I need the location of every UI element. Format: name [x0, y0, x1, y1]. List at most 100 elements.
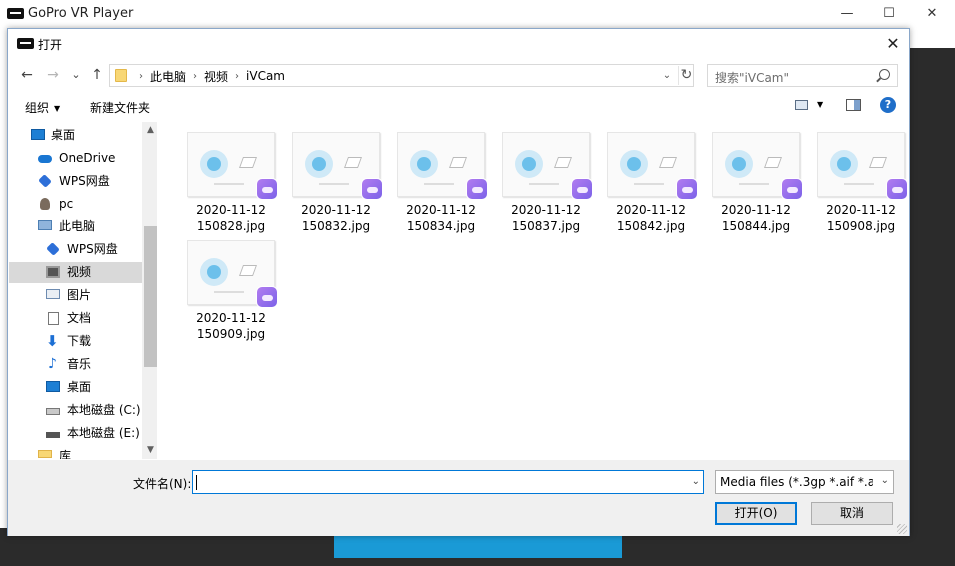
image-thumbnail [712, 132, 803, 200]
view-options-caret-icon[interactable]: ▼ [817, 100, 823, 109]
this-pc-icon [38, 220, 52, 230]
sidebar-item-wps-cloud[interactable]: WPS网盘 [9, 171, 141, 192]
app-open-button[interactable] [334, 536, 622, 558]
open-button[interactable]: 打开(O) [715, 502, 797, 525]
file-list: 2020-11-12 150828.jpg 2020-11-12 150832.jp… [159, 122, 909, 459]
file-type-select[interactable]: Media files (*.3gp *.aif *.asf * ⌄ [715, 470, 894, 494]
photos-app-badge-icon [361, 178, 383, 200]
sidebar-item-downloads[interactable]: ⬇ 下载 [9, 331, 141, 352]
preview-pane-icon[interactable] [846, 99, 861, 111]
sidebar-item-label: 桌面 [67, 380, 92, 394]
sidebar-item-desktop-2[interactable]: 桌面 [9, 377, 141, 398]
chevron-down-icon: ⌄ [880, 475, 889, 486]
dialog-close-button[interactable]: ✕ [881, 33, 905, 55]
back-arrow-icon[interactable]: ← [17, 65, 37, 85]
breadcrumb-this-pc[interactable]: 此电脑 [150, 68, 186, 85]
app-background-panel [910, 48, 955, 528]
file-item[interactable]: 2020-11-12 150834.jpg [389, 127, 488, 233]
toolbar: 组织 ▼ 新建文件夹 ▼ ? [8, 91, 909, 121]
sidebar-item-desktop[interactable]: 桌面 [9, 125, 141, 146]
image-thumbnail [502, 132, 593, 200]
breadcrumb-ivcam[interactable]: iVCam [246, 69, 285, 83]
sidebar-item-drive-e[interactable]: 本地磁盘 (E:) [9, 423, 141, 444]
drive-icon [46, 432, 60, 438]
resize-grip-icon[interactable] [897, 524, 907, 534]
navigation-pane: 桌面 OneDrive WPS网盘 pc 此电脑 WPS网盘 视频 图片 文档 … [9, 122, 157, 459]
photos-app-badge-icon [886, 178, 908, 200]
help-icon[interactable]: ? [880, 97, 896, 113]
minimize-button[interactable]: — [824, 3, 870, 25]
sidebar-item-documents[interactable]: 文档 [9, 308, 141, 329]
sidebar-item-label: 桌面 [51, 128, 76, 142]
search-input[interactable]: 搜索"iVCam" [707, 64, 898, 87]
sidebar-item-label: 本地磁盘 (E:) [67, 426, 140, 440]
pictures-folder-icon [46, 289, 60, 299]
file-name: 2020-11-12 150909.jpg [196, 311, 266, 341]
file-name: 2020-11-12 150842.jpg [616, 203, 686, 233]
breadcrumb: › 此电脑 › 视频 › iVCam [132, 68, 285, 84]
sidebar-item-this-pc[interactable]: 此电脑 [9, 216, 141, 237]
image-thumbnail [292, 132, 383, 200]
sidebar-item-wps-cloud-2[interactable]: WPS网盘 [9, 239, 141, 260]
file-name: 2020-11-12 150837.jpg [511, 203, 581, 233]
open-file-dialog: 打开 ✕ ← → ⌄ ↑ › 此电脑 › 视频 › iVCam ⌄ ↻ 搜索"i… [7, 28, 910, 536]
scrollbar-thumb[interactable] [144, 226, 157, 367]
filename-history-chevron-icon[interactable]: ⌄ [692, 476, 700, 487]
image-thumbnail [187, 132, 278, 200]
sidebar-item-label: 本地磁盘 (C:) [67, 403, 141, 417]
filename-input[interactable]: ⌄ [192, 470, 704, 494]
sidebar-item-label: 库 [59, 449, 72, 459]
file-item[interactable]: 2020-11-12 150832.jpg [284, 127, 383, 233]
refresh-icon[interactable]: ↻ [678, 66, 694, 85]
drive-icon [46, 408, 60, 415]
file-item[interactable]: 2020-11-12 150828.jpg [179, 127, 278, 233]
recent-locations-chevron-icon[interactable]: ⌄ [66, 65, 86, 85]
photos-app-badge-icon [571, 178, 593, 200]
file-item[interactable]: 2020-11-12 150842.jpg [599, 127, 698, 233]
new-folder-button[interactable]: 新建文件夹 [90, 99, 150, 116]
text-cursor [196, 475, 197, 490]
sidebar-item-user-pc[interactable]: pc [9, 194, 141, 215]
dialog-footer: 文件名(N): ⌄ Media files (*.3gp *.aif *.asf… [8, 460, 909, 536]
file-item[interactable]: 2020-11-12 150908.jpg [809, 127, 908, 233]
library-icon [38, 450, 52, 458]
sidebar-item-label: 文档 [67, 311, 92, 325]
sidebar-item-videos[interactable]: 视频 [9, 262, 142, 283]
onedrive-icon [38, 155, 52, 163]
sidebar-item-label: 此电脑 [59, 219, 96, 233]
sidebar-item-label: 图片 [67, 288, 92, 302]
dialog-app-icon [17, 38, 34, 49]
cancel-button[interactable]: 取消 [811, 502, 893, 525]
address-bar[interactable]: › 此电脑 › 视频 › iVCam ⌄ ↻ [109, 64, 694, 87]
navigation-bar: ← → ⌄ ↑ › 此电脑 › 视频 › iVCam ⌄ ↻ 搜索"iVCam" [8, 61, 909, 89]
desktop-icon [46, 381, 60, 392]
sidebar-item-music[interactable]: ♪ 音乐 [9, 354, 141, 375]
forward-arrow-icon[interactable]: → [43, 65, 63, 85]
dialog-titlebar: 打开 ✕ [8, 29, 909, 59]
file-item[interactable]: 2020-11-12 150837.jpg [494, 127, 593, 233]
file-item[interactable]: 2020-11-12 150909.jpg [179, 235, 278, 341]
sidebar-item-onedrive[interactable]: OneDrive [9, 148, 141, 169]
folder-icon [115, 69, 127, 82]
sidebar-item-drive-c[interactable]: 本地磁盘 (C:) [9, 400, 141, 421]
change-view-icon[interactable] [795, 100, 808, 110]
app-logo-icon [7, 8, 24, 19]
sidebar-item-label: OneDrive [59, 151, 116, 165]
file-type-value: Media files (*.3gp *.aif *.asf * [720, 475, 873, 489]
sidebar-item-pictures[interactable]: 图片 [9, 285, 141, 306]
scroll-down-arrow-icon[interactable]: ▼ [142, 442, 157, 459]
up-arrow-icon[interactable]: ↑ [87, 65, 107, 85]
file-name: 2020-11-12 150844.jpg [721, 203, 791, 233]
sidebar-item-label: 音乐 [67, 357, 92, 371]
sidebar-item-label: WPS网盘 [67, 242, 118, 256]
sidebar-scrollbar[interactable]: ▲ ▼ [142, 122, 157, 459]
maximize-button[interactable]: ☐ [866, 3, 912, 25]
file-item[interactable]: 2020-11-12 150844.jpg [704, 127, 803, 233]
scroll-up-arrow-icon[interactable]: ▲ [142, 122, 157, 139]
address-dropdown-icon[interactable]: ⌄ [660, 68, 674, 84]
breadcrumb-videos[interactable]: 视频 [204, 68, 228, 85]
organize-button[interactable]: 组织 ▼ [25, 99, 60, 116]
app-close-button[interactable]: ✕ [909, 3, 955, 25]
sidebar-item-label: pc [59, 197, 74, 211]
sidebar-item-library[interactable]: 库 [9, 446, 141, 459]
